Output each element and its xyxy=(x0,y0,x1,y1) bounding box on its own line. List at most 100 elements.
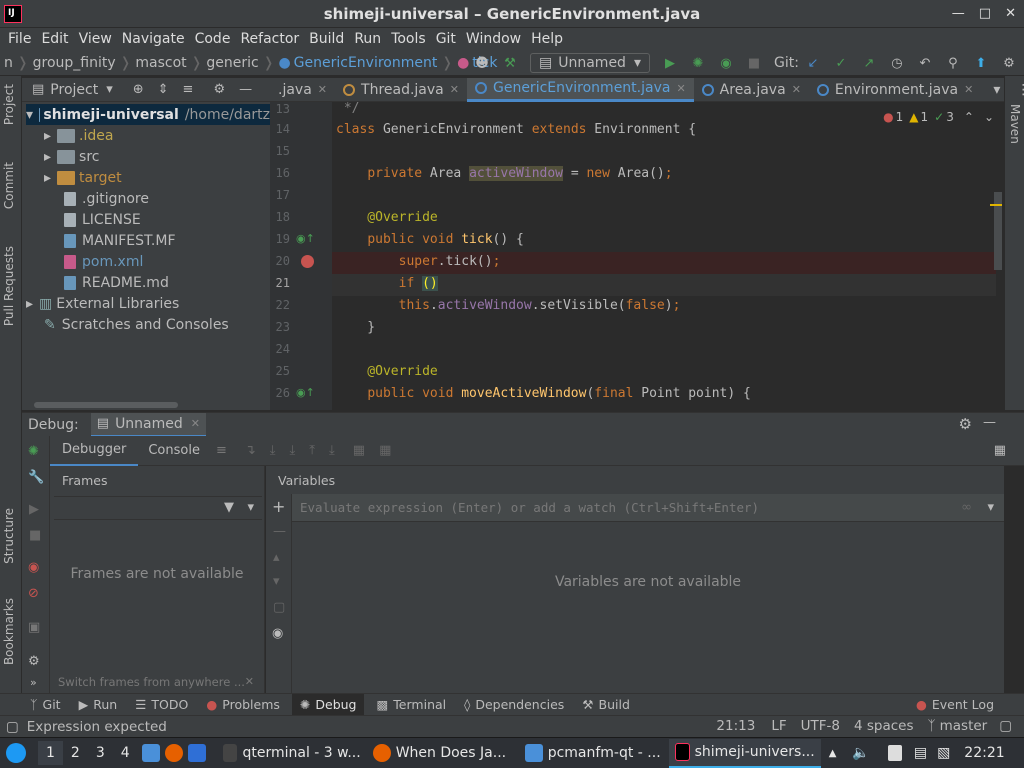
gear-icon[interactable]: ⚙ xyxy=(28,654,40,669)
tool-window-git[interactable]: ᛉ Git xyxy=(30,697,61,712)
warning-stripe-marker[interactable] xyxy=(990,204,1002,206)
close-icon[interactable]: ✕ xyxy=(792,83,801,96)
step-into-icon[interactable]: ⤓ xyxy=(290,443,296,458)
tree-item[interactable]: MANIFEST.MF xyxy=(64,230,176,251)
more-icon[interactable]: » xyxy=(30,676,37,689)
stop-icon[interactable]: ■ xyxy=(746,55,762,71)
editor-tab[interactable]: .java ✕ xyxy=(270,78,335,102)
more-icon[interactable]: ⋮ xyxy=(1016,82,1024,98)
breakpoint-icon[interactable] xyxy=(301,255,314,268)
tray-arrow-icon[interactable]: ▲ xyxy=(829,748,837,759)
filter-icon[interactable]: ▼ xyxy=(224,500,234,515)
maximize-icon[interactable]: □ xyxy=(979,6,991,21)
run-config-select[interactable]: ▤ Unnamed ▾ xyxy=(530,53,650,73)
menu-refactor[interactable]: Refactor xyxy=(240,31,299,47)
chevron-down-icon[interactable]: ▾ xyxy=(247,500,254,515)
tool-tab-maven[interactable]: Maven xyxy=(1008,104,1022,144)
breadcrumb-item[interactable]: mascot xyxy=(135,55,186,71)
stop-icon[interactable]: ■ xyxy=(29,528,41,543)
desktop-launcher-icon[interactable] xyxy=(187,744,206,762)
workspace-button[interactable]: 2 xyxy=(63,741,88,765)
override-gutter-icon[interactable]: ◉↑ xyxy=(296,386,315,399)
network-icon[interactable]: ▤ xyxy=(914,745,927,761)
tool-tab-commit[interactable]: Commit xyxy=(2,162,16,209)
tree-item[interactable]: ▸ target xyxy=(44,167,122,188)
view-breakpoints-icon[interactable]: ◉ xyxy=(28,560,39,575)
tab-debugger[interactable]: Debugger xyxy=(50,436,139,466)
editor-gutter[interactable]: 13 14 15 16 17 18 19 20 21 22 23 24 25 2… xyxy=(270,102,332,410)
tool-tab-pull-requests[interactable]: Pull Requests xyxy=(2,246,16,326)
tool-window-problems[interactable]: ● Problems xyxy=(206,697,280,712)
indent-setting[interactable]: 4 spaces xyxy=(854,718,914,734)
close-icon[interactable]: ✕ xyxy=(191,417,200,430)
clipboard-icon[interactable] xyxy=(887,745,902,761)
tree-item[interactable]: pom.xml xyxy=(64,251,143,272)
show-execution-point-icon[interactable]: ↴ xyxy=(245,443,256,458)
hide-icon[interactable]: — xyxy=(239,82,252,97)
horizontal-scrollbar[interactable] xyxy=(34,402,178,408)
coverage-icon[interactable]: ◉ xyxy=(718,55,734,71)
settings-icon[interactable]: ⚙ xyxy=(1001,55,1017,71)
mute-breakpoints-icon[interactable]: ⊘ xyxy=(28,586,39,601)
editor-tab[interactable]: Environment.java ✕ xyxy=(809,78,981,102)
task-qterminal[interactable]: qterminal - 3 w... xyxy=(217,739,367,768)
step-out-icon[interactable]: ⤒ xyxy=(309,443,315,458)
close-icon[interactable]: ✕ xyxy=(964,83,973,96)
tree-root[interactable]: ▾ shimeji-universal /home/dartz xyxy=(26,104,270,125)
inspection-widget[interactable]: ● 1 ▲ 1 ✓ 3 ⌃ ⌄ xyxy=(883,110,994,124)
tab-console[interactable]: Console xyxy=(138,436,210,466)
menu-build[interactable]: Build xyxy=(309,31,344,47)
task-pcmanfm[interactable]: pcmanfm-qt - ... xyxy=(519,739,669,768)
collapse-all-icon[interactable]: ≡ xyxy=(183,82,194,97)
locate-icon[interactable]: ⊕ xyxy=(133,82,144,97)
layout-icon[interactable]: ▦ xyxy=(994,443,1006,458)
menu-tools[interactable]: Tools xyxy=(391,31,426,47)
git-commit-icon[interactable]: ✓ xyxy=(833,55,849,71)
hide-icon[interactable]: — xyxy=(983,415,996,430)
workspace-button[interactable]: 4 xyxy=(113,741,138,765)
minimize-icon[interactable]: — xyxy=(952,6,965,21)
editor-tab-active[interactable]: GenericEnvironment.java ✕ xyxy=(466,77,694,102)
thread-selector[interactable]: ▼ ▾ xyxy=(54,496,262,520)
tool-tab-structure[interactable]: Structure xyxy=(2,508,16,564)
firefox-launcher-icon[interactable] xyxy=(164,744,183,762)
menu-help[interactable]: Help xyxy=(531,31,563,47)
remove-watch-icon[interactable]: — xyxy=(273,524,286,539)
breadcrumb-item[interactable]: GenericEnvironment xyxy=(294,55,438,71)
tool-window-build[interactable]: ⚒ Build xyxy=(582,697,630,712)
file-manager-launcher-icon[interactable] xyxy=(141,744,160,762)
tool-tab-project[interactable]: Project xyxy=(2,84,16,125)
chevron-up-icon[interactable]: ⌃ xyxy=(964,110,974,124)
close-icon[interactable]: ✕ xyxy=(318,83,327,96)
clock[interactable]: 22:21 xyxy=(964,745,1004,761)
trace-icon[interactable]: ▦ xyxy=(379,443,391,458)
file-encoding[interactable]: UTF-8 xyxy=(801,718,840,734)
lock-icon[interactable]: ▢ xyxy=(999,718,1012,734)
chevron-down-icon[interactable]: ▾ xyxy=(987,500,994,515)
menu-view[interactable]: View xyxy=(79,31,112,47)
start-menu-icon[interactable] xyxy=(6,743,26,763)
tool-window-dependencies[interactable]: ◊ Dependencies xyxy=(464,697,564,712)
close-icon[interactable]: ✕ xyxy=(450,83,459,96)
breadcrumb-item[interactable]: group_finity xyxy=(33,55,116,71)
chevron-down-icon[interactable]: ▾ xyxy=(993,82,1000,98)
menu-icon[interactable]: ≡ xyxy=(216,443,227,458)
battery-icon[interactable]: ▧ xyxy=(937,745,950,761)
chevron-down-icon[interactable]: ▾ xyxy=(106,82,113,97)
rollback-icon[interactable]: ↶ xyxy=(917,55,933,71)
breadcrumb-item[interactable]: generic xyxy=(206,55,258,71)
update-icon[interactable]: ⬆ xyxy=(973,55,989,71)
build-hammer-icon[interactable]: ⚒ xyxy=(502,55,518,71)
workspace-button[interactable]: 1 xyxy=(38,741,63,765)
line-separator[interactable]: LF xyxy=(771,718,786,734)
menu-navigate[interactable]: Navigate xyxy=(122,31,185,47)
tool-window-terminal[interactable]: ▩ Terminal xyxy=(376,697,446,712)
tool-window-debug[interactable]: ✺ Debug xyxy=(291,693,365,716)
add-watch-icon[interactable]: + xyxy=(272,497,285,516)
override-gutter-icon[interactable]: ◉↑ xyxy=(296,232,315,245)
project-panel-title[interactable]: Project xyxy=(50,82,98,98)
camera-icon[interactable]: ▣ xyxy=(28,620,40,635)
rerun-debug-icon[interactable]: ✺ xyxy=(28,444,39,459)
evaluate-expression-input[interactable]: Evaluate expression (Enter) or add a wat… xyxy=(292,494,1004,522)
tree-item[interactable]: README.md xyxy=(64,272,169,293)
